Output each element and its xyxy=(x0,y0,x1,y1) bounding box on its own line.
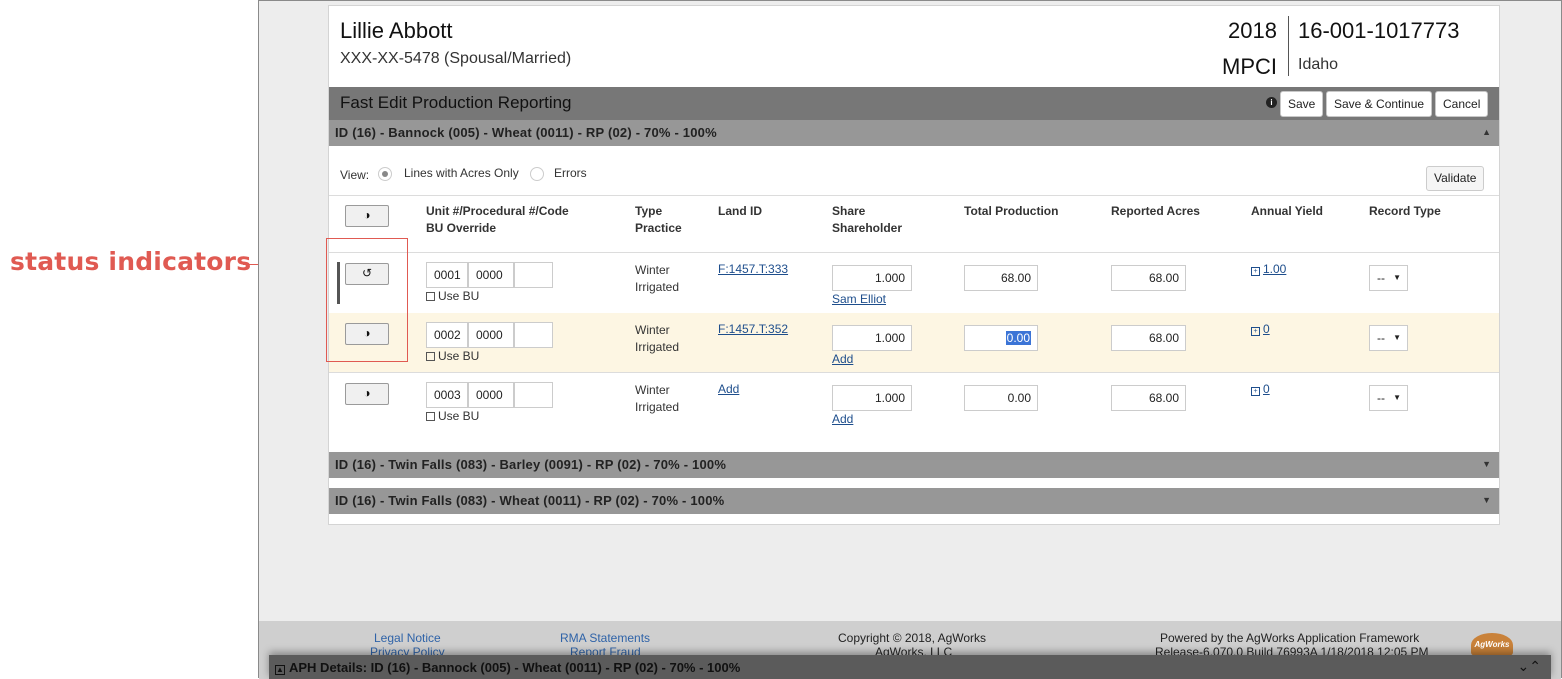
unit-number-input[interactable]: 0003 xyxy=(426,382,468,408)
type-practice: Winter Irrigated xyxy=(635,323,680,354)
unit-number-input[interactable]: 0001 xyxy=(426,262,468,288)
divider xyxy=(329,195,1499,196)
land-id-link[interactable]: F:1457.T:352 xyxy=(718,322,788,336)
use-bu-checkbox[interactable]: Use BU xyxy=(426,349,479,363)
section-header-twinfalls-barley[interactable]: ID (16) - Twin Falls (083) - Barley (009… xyxy=(329,452,1499,478)
expand-icon: ▲ xyxy=(275,665,285,675)
type-practice: Winter Irrigated xyxy=(635,263,680,294)
radio-label-lines-with-acres: Lines with Acres Only xyxy=(404,166,519,180)
annotation-label: status indicators xyxy=(10,247,252,276)
col-header-land-id: Land ID xyxy=(718,204,762,218)
cancel-button[interactable]: Cancel xyxy=(1435,91,1489,117)
unit-number-input[interactable]: 0002 xyxy=(426,322,468,348)
type-practice: Winter Irrigated xyxy=(635,383,680,414)
radio-lines-with-acres[interactable] xyxy=(378,167,392,181)
code-input[interactable] xyxy=(514,322,553,348)
col-header-share: Share Shareholder xyxy=(832,204,903,235)
record-type-select[interactable]: -- ▼ xyxy=(1369,325,1408,351)
row-status-button[interactable]: ◑ xyxy=(345,383,389,405)
land-id-link[interactable]: F:1457.T:333 xyxy=(718,262,788,276)
radio-errors[interactable] xyxy=(530,167,544,181)
section-header-bannock-wheat[interactable]: ID (16) - Bannock (005) - Wheat (0011) -… xyxy=(329,120,1499,146)
header-divider xyxy=(1288,16,1289,76)
add-shareholder-link[interactable]: Add xyxy=(832,352,853,366)
expand-icon: + xyxy=(1251,267,1260,276)
section-title: ID (16) - Twin Falls (083) - Barley (009… xyxy=(335,457,727,472)
reported-acres-input[interactable]: 68.00 xyxy=(1111,325,1186,351)
divider xyxy=(329,252,1499,253)
divider xyxy=(329,372,1499,373)
aph-details-bar[interactable]: ▲ APH Details: ID (16) - Bannock (005) - … xyxy=(269,655,1551,679)
share-input[interactable]: 1.000 xyxy=(832,385,912,411)
radio-label-errors: Errors xyxy=(554,166,587,180)
total-production-input[interactable]: 0.00 xyxy=(964,385,1038,411)
policy-number: 16-001-1017773 xyxy=(1298,18,1460,43)
procedural-number-input[interactable]: 0000 xyxy=(468,322,514,348)
col-header-total-production: Total Production xyxy=(964,204,1059,218)
code-input[interactable] xyxy=(514,262,553,288)
copyright-text: Copyright © 2018, AgWorks xyxy=(838,631,987,645)
col-header-reported-acres: Reported Acres xyxy=(1111,204,1200,218)
annual-yield-link[interactable]: +1.00 xyxy=(1251,262,1286,276)
expand-icon: + xyxy=(1251,387,1260,396)
agworks-logo: AgWorks xyxy=(1471,633,1513,657)
save-button[interactable]: Save xyxy=(1280,91,1324,117)
add-shareholder-link[interactable]: Add xyxy=(832,412,853,426)
expand-icon: + xyxy=(1251,327,1260,336)
col-header-record-type: Record Type xyxy=(1369,204,1441,218)
procedural-number-input[interactable]: 0000 xyxy=(468,262,514,288)
shareholder-link[interactable]: Sam Elliot xyxy=(832,292,886,306)
toggle-all-status-button[interactable]: ◑ xyxy=(345,205,389,227)
record-type-select[interactable]: -- ▼ xyxy=(1369,385,1408,411)
annual-yield-link[interactable]: +0 xyxy=(1251,322,1270,336)
validate-button[interactable]: Validate xyxy=(1426,166,1485,191)
main-panel: Lillie Abbott XXX-XX-5478 (Spousal/Marri… xyxy=(328,5,1500,525)
dropdown-arrow-icon: ▼ xyxy=(1393,393,1401,402)
policy-state: Idaho xyxy=(1298,56,1339,73)
dropdown-arrow-icon: ▼ xyxy=(1393,333,1401,342)
col-header-unit: Unit #/Procedural #/Code BU Override xyxy=(426,204,569,235)
collapse-arrow-icon[interactable]: ▲ xyxy=(1482,127,1491,137)
dropdown-arrow-icon: ▼ xyxy=(1393,273,1401,282)
use-bu-checkbox[interactable]: Use BU xyxy=(426,289,479,303)
use-bu-checkbox[interactable]: Use BU xyxy=(426,409,479,423)
share-input[interactable]: 1.000 xyxy=(832,325,912,351)
reported-acres-input[interactable]: 68.00 xyxy=(1111,265,1186,291)
annual-yield-link[interactable]: +0 xyxy=(1251,382,1270,396)
share-input[interactable]: 1.000 xyxy=(832,265,912,291)
view-label: View: xyxy=(340,168,370,182)
legal-notice-link[interactable]: Legal Notice xyxy=(374,631,441,645)
page-title: Fast Edit Production Reporting xyxy=(340,93,572,112)
chevron-down-icon[interactable]: ⌄⌃ xyxy=(1518,658,1541,675)
expand-arrow-icon[interactable]: ▼ xyxy=(1482,495,1491,505)
add-land-id-link[interactable]: Add xyxy=(718,382,739,396)
save-continue-button[interactable]: Save & Continue xyxy=(1326,91,1433,117)
reported-acres-input[interactable]: 68.00 xyxy=(1111,385,1186,411)
toolbar: Fast Edit Production Reporting i Save Sa… xyxy=(329,87,1499,120)
section-header-twinfalls-wheat[interactable]: ID (16) - Twin Falls (083) - Wheat (0011… xyxy=(329,488,1499,514)
powered-by-text: Powered by the AgWorks Application Frame… xyxy=(1160,631,1420,645)
app-window: Lillie Abbott XXX-XX-5478 (Spousal/Marri… xyxy=(258,0,1562,679)
info-icon[interactable]: i xyxy=(1266,97,1277,108)
col-header-annual-yield: Annual Yield xyxy=(1251,204,1324,218)
col-header-type: Type Practice xyxy=(635,204,682,235)
rma-statements-link[interactable]: RMA Statements xyxy=(560,631,650,645)
procedural-number-input[interactable]: 0000 xyxy=(468,382,514,408)
expand-arrow-icon[interactable]: ▼ xyxy=(1482,459,1491,469)
code-input[interactable] xyxy=(514,382,553,408)
annotation-box xyxy=(326,238,408,362)
record-type-select[interactable]: -- ▼ xyxy=(1369,265,1408,291)
aph-details-title: ▲ APH Details: ID (16) - Bannock (005) - … xyxy=(275,660,741,675)
section-title: ID (16) - Twin Falls (083) - Wheat (0011… xyxy=(335,493,725,508)
program-type: MPCI xyxy=(1222,54,1277,79)
total-production-input[interactable]: 68.00 xyxy=(964,265,1038,291)
crop-year: 2018 xyxy=(1228,18,1277,43)
section-title: ID (16) - Bannock (005) - Wheat (0011) -… xyxy=(335,125,717,140)
total-production-input[interactable]: 0.00 xyxy=(964,325,1038,351)
